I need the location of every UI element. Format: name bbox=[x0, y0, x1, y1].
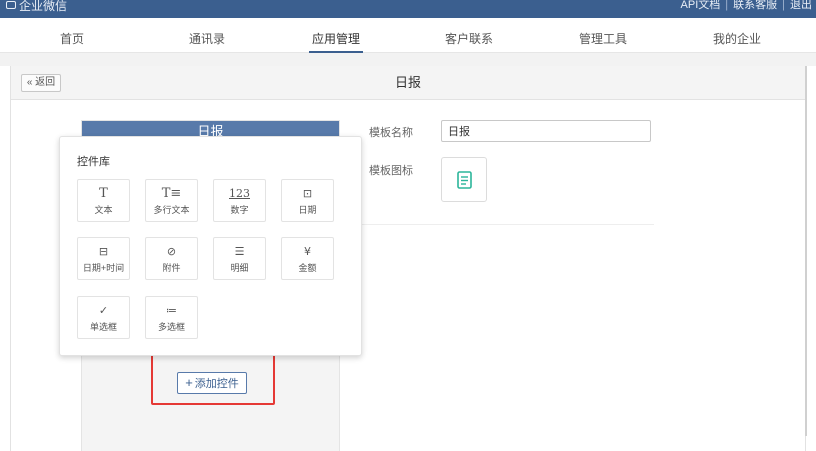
multiline-text-icon: T≡ bbox=[161, 186, 182, 201]
nav-my-enterprise[interactable]: 我的企业 bbox=[687, 18, 787, 53]
logout-link[interactable]: 退出 bbox=[790, 0, 812, 11]
nav-label: 我的企业 bbox=[712, 32, 761, 46]
template-icon-picker[interactable] bbox=[441, 157, 487, 202]
control-label: 多选框 bbox=[157, 322, 185, 332]
control-detail[interactable]: ☰ 明细 bbox=[213, 237, 266, 280]
brand-name: 企业微信 bbox=[19, 0, 68, 13]
brand[interactable]: 企业微信 bbox=[6, 0, 67, 18]
control-radio[interactable]: ✓ 单选框 bbox=[77, 296, 130, 339]
page-header: 日报 « 返回 bbox=[11, 66, 805, 100]
control-label: 数字 bbox=[230, 205, 249, 215]
template-settings: 模板名称 模板图标 bbox=[354, 120, 654, 225]
template-name-input[interactable] bbox=[441, 120, 651, 142]
checkbox-icon: ≔ bbox=[166, 304, 177, 317]
control-label: 附件 bbox=[162, 263, 181, 273]
nav-home[interactable]: 首页 bbox=[22, 18, 122, 53]
top-links: API文档 | 联系客服 | 退出 bbox=[681, 0, 812, 11]
wecom-logo-icon bbox=[6, 1, 16, 9]
control-label: 金额 bbox=[298, 263, 317, 273]
nav-label: 通讯录 bbox=[188, 32, 225, 46]
divider: | bbox=[782, 0, 785, 11]
template-icon-label: 模板图标 bbox=[369, 165, 413, 177]
control-amount[interactable]: ¥ 金额 bbox=[281, 237, 334, 280]
control-text[interactable]: T 文本 bbox=[77, 179, 130, 222]
control-label: 日期 bbox=[298, 205, 317, 215]
datetime-icon: ⊟ bbox=[98, 245, 109, 258]
nav-contacts[interactable]: 通讯录 bbox=[157, 18, 257, 53]
template-name-label: 模板名称 bbox=[369, 127, 413, 139]
nav-app-management[interactable]: 应用管理 bbox=[286, 18, 386, 53]
api-docs-link[interactable]: API文档 bbox=[681, 0, 721, 11]
radio-icon: ✓ bbox=[98, 304, 109, 317]
control-library-title: 控件库 bbox=[77, 156, 110, 168]
detail-icon: ☰ bbox=[234, 245, 245, 258]
page-title: 日报 bbox=[394, 75, 421, 90]
amount-icon: ¥ bbox=[304, 245, 311, 258]
scrollbar[interactable] bbox=[805, 66, 807, 436]
nav-label: 应用管理 bbox=[311, 32, 360, 46]
control-date[interactable]: ⊡ 日期 bbox=[281, 179, 334, 222]
nav-label: 客户联系 bbox=[444, 32, 493, 46]
control-library: 控件库 T 文本 T≡ 多行文本 123 数字 ⊡ 日期 ⊟ 日期+时间 ⊘ 附… bbox=[59, 136, 362, 356]
text-icon: T bbox=[99, 186, 108, 201]
nav-label: 管理工具 bbox=[578, 32, 627, 46]
contact-support-link[interactable]: 联系客服 bbox=[733, 0, 777, 11]
date-icon: ⊡ bbox=[302, 187, 313, 200]
nav-customer-contact[interactable]: 客户联系 bbox=[419, 18, 519, 53]
control-number[interactable]: 123 数字 bbox=[213, 179, 266, 222]
control-datetime[interactable]: ⊟ 日期+时间 bbox=[77, 237, 130, 280]
control-label: 明细 bbox=[230, 263, 249, 273]
main-nav: 首页 通讯录 应用管理 客户联系 管理工具 我的企业 bbox=[0, 18, 816, 53]
control-label: 单选框 bbox=[89, 322, 117, 332]
nav-label: 首页 bbox=[59, 32, 84, 46]
attachment-icon: ⊘ bbox=[166, 245, 177, 258]
document-icon bbox=[457, 171, 472, 189]
nav-management-tools[interactable]: 管理工具 bbox=[553, 18, 653, 53]
control-multiline-text[interactable]: T≡ 多行文本 bbox=[145, 179, 198, 222]
divider: | bbox=[725, 0, 729, 11]
control-label: 多行文本 bbox=[153, 205, 190, 215]
top-bar: 企业微信 API文档 | 联系客服 | 退出 bbox=[0, 0, 816, 18]
page-gap bbox=[0, 53, 816, 66]
control-label: 文本 bbox=[94, 205, 113, 215]
highlight-box bbox=[151, 349, 275, 405]
number-icon: 123 bbox=[229, 187, 250, 200]
control-attachment[interactable]: ⊘ 附件 bbox=[145, 237, 198, 280]
control-label: 日期+时间 bbox=[82, 263, 125, 273]
control-checkbox[interactable]: ≔ 多选框 bbox=[145, 296, 198, 339]
back-button[interactable]: « 返回 bbox=[21, 74, 61, 92]
